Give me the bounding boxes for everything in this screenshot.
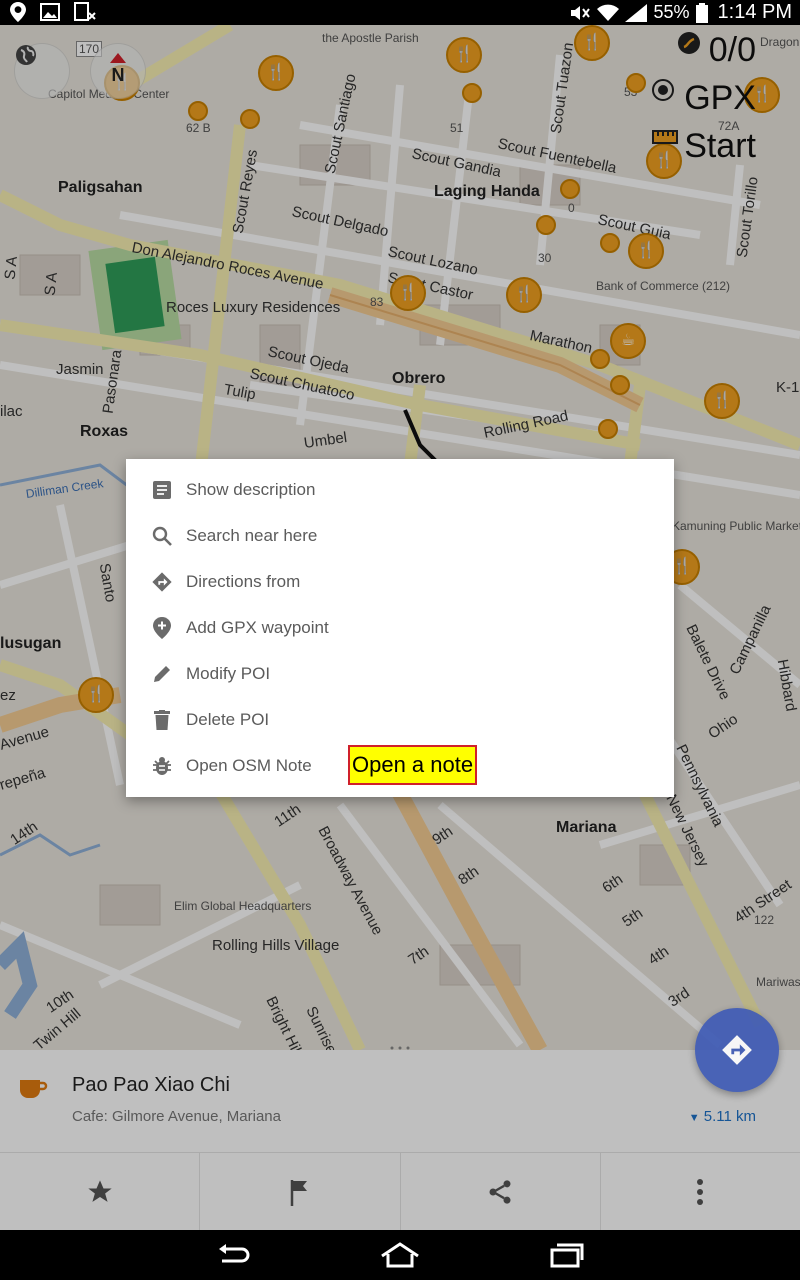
- status-bar: 55% 1:14 PM: [0, 0, 800, 25]
- wifi-icon: [597, 4, 620, 21]
- image-icon: [40, 3, 60, 21]
- location-icon: [10, 2, 26, 22]
- menu-item-label: Add GPX waypoint: [186, 618, 329, 637]
- navigation-bar: [0, 1230, 800, 1280]
- status-icons-right: 55% 1:14 PM: [569, 0, 792, 25]
- battery-percent: 55%: [653, 2, 690, 22]
- menu-item-open-osm-note[interactable]: Open OSM Note Open a note: [126, 743, 674, 789]
- recent-apps-button[interactable]: [547, 1240, 587, 1270]
- menu-item-delete-poi[interactable]: Delete POI: [126, 697, 674, 743]
- clock: 1:14 PM: [717, 1, 792, 23]
- menu-item-label: Search near here: [186, 526, 318, 545]
- mute-icon: [571, 5, 591, 20]
- menu-item-label: Directions from: [186, 572, 301, 591]
- back-icon: [219, 1244, 250, 1263]
- trash-icon: [150, 708, 174, 732]
- sim-off-icon: [74, 2, 96, 21]
- menu-item-label: Show description: [186, 480, 316, 499]
- home-button[interactable]: [380, 1240, 420, 1270]
- bug-icon: [150, 754, 174, 778]
- menu-item-directions-from[interactable]: Directions from: [126, 559, 674, 605]
- status-icons-left: [10, 2, 96, 22]
- menu-item-search-near-here[interactable]: Search near here: [126, 513, 674, 559]
- directions-icon: [722, 1035, 752, 1065]
- back-button[interactable]: [213, 1240, 253, 1270]
- menu-item-label: Open OSM Note: [186, 756, 312, 775]
- add-location-icon: [150, 616, 174, 640]
- description-icon: [150, 478, 174, 502]
- directions-icon: [150, 570, 174, 594]
- menu-item-label: Modify POI: [186, 664, 271, 683]
- signal-icon: [625, 3, 648, 22]
- menu-item-add-gpx-waypoint[interactable]: Add GPX waypoint: [126, 605, 674, 651]
- home-icon: [381, 1242, 419, 1268]
- annotation-label: Open a note: [348, 745, 478, 785]
- menu-item-show-description[interactable]: Show description: [126, 467, 674, 513]
- directions-fab[interactable]: [695, 1008, 779, 1092]
- battery-icon: [695, 2, 708, 23]
- pencil-icon: [150, 662, 174, 686]
- search-icon: [150, 524, 174, 548]
- context-menu: Show description Search near here Direct…: [126, 459, 674, 797]
- recent-apps-icon: [550, 1243, 584, 1268]
- menu-item-label: Delete POI: [186, 710, 270, 729]
- menu-item-modify-poi[interactable]: Modify POI: [126, 651, 674, 697]
